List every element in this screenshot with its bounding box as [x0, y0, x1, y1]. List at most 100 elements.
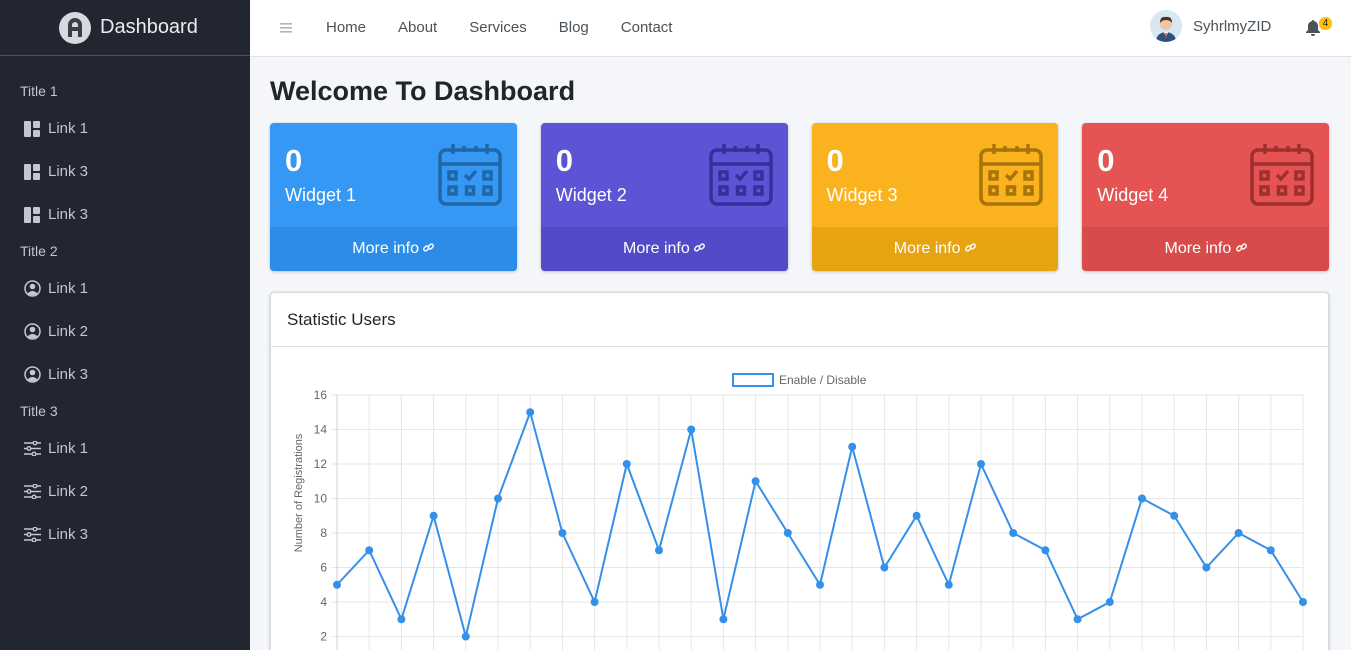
widget-card-4: 0 Widget 4 More info — [1082, 123, 1329, 271]
y-tick-label: 12 — [314, 457, 328, 471]
sidebar-item-link-1[interactable]: Link 1 — [0, 267, 250, 310]
user-circle-icon — [23, 366, 41, 384]
nav-link-home[interactable]: Home — [326, 19, 366, 36]
data-point[interactable] — [848, 442, 857, 451]
calendar-check-icon — [978, 142, 1044, 208]
sidebar-item-link-1[interactable]: Link 1 — [0, 107, 250, 150]
data-point[interactable] — [944, 580, 953, 589]
data-point[interactable] — [655, 546, 663, 555]
data-point[interactable] — [783, 529, 792, 537]
widget-value: 0 — [826, 143, 844, 178]
user-circle-icon — [23, 280, 41, 298]
data-point[interactable] — [590, 598, 599, 606]
data-point[interactable] — [461, 632, 470, 641]
sidebar-item-link-2[interactable]: Link 2 — [0, 310, 250, 353]
data-point[interactable] — [622, 460, 631, 468]
data-point[interactable] — [1009, 529, 1018, 537]
y-tick-label: 16 — [314, 388, 328, 402]
sliders-icon — [23, 483, 41, 501]
sidebar-item-label: Link 3 — [48, 526, 89, 543]
layout-icon — [23, 206, 41, 224]
widget-label: Widget 1 — [285, 185, 357, 205]
sidebar-item-link-3[interactable]: Link 3 — [0, 193, 250, 236]
chart-legend[interactable]: Enable / Disable — [732, 373, 867, 387]
sliders-icon — [23, 526, 41, 544]
data-point[interactable] — [1234, 529, 1243, 537]
main-content: Welcome To Dashboard 0 Widget 1 More info … — [270, 57, 1329, 650]
sidebar-item-link-1[interactable]: Link 1 — [0, 427, 250, 470]
data-point[interactable] — [1041, 546, 1050, 555]
sidebar-nav: Title 1 Link 1 Link 3 Link 3 Title 2 Link 1 Li… — [0, 56, 250, 556]
widget-card-3: 0 Widget 3 More info — [811, 123, 1059, 271]
legend-label: Enable / Disable — [779, 373, 867, 387]
sidebar: Dashboard Title 1 Link 1 Link 3 Link 3 Title… — [0, 0, 250, 650]
y-tick-label: 8 — [320, 526, 327, 540]
data-point[interactable] — [333, 580, 341, 589]
data-point[interactable] — [719, 615, 728, 624]
y-tick-label: 14 — [314, 423, 328, 437]
sidebar-item-label: Link 2 — [48, 323, 89, 340]
sidebar-item-link-2[interactable]: Link 2 — [0, 470, 250, 513]
widget-value: 0 — [1097, 143, 1115, 178]
widget-label: Widget 2 — [555, 185, 627, 205]
widget-value: 0 — [555, 143, 573, 178]
data-point[interactable] — [1138, 494, 1146, 503]
data-point[interactable] — [558, 529, 567, 537]
data-point[interactable] — [526, 408, 535, 417]
more-info-link[interactable]: More info — [811, 227, 1059, 271]
widget-card-1: 0 Widget 1 More info — [270, 123, 517, 271]
data-point[interactable] — [751, 477, 760, 486]
layout-icon — [23, 163, 41, 181]
link-icon — [423, 240, 435, 258]
nav-link-blog[interactable]: Blog — [559, 19, 589, 36]
user-menu[interactable]: SyhrlmyZID — [1150, 10, 1271, 42]
y-tick-label: 10 — [314, 492, 328, 506]
data-point[interactable] — [429, 511, 438, 520]
more-info-link[interactable]: More info — [270, 227, 517, 271]
more-info-link[interactable]: More info — [540, 227, 788, 271]
data-point[interactable] — [977, 460, 985, 468]
data-point[interactable] — [1202, 563, 1211, 572]
data-point[interactable] — [880, 563, 889, 572]
data-point[interactable] — [397, 615, 406, 624]
data-point[interactable] — [816, 580, 824, 589]
card-title: Statistic Users — [271, 293, 1328, 347]
data-point[interactable] — [912, 511, 921, 520]
sidebar-item-link-3[interactable]: Link 3 — [0, 150, 250, 193]
data-point[interactable] — [494, 494, 502, 503]
data-point[interactable] — [1299, 598, 1307, 606]
data-point[interactable] — [365, 546, 374, 555]
link-icon — [1235, 240, 1247, 258]
widget-label: Widget 4 — [1097, 185, 1169, 205]
more-info-link[interactable]: More info — [1082, 227, 1329, 271]
sidebar-item-label: Link 1 — [48, 280, 89, 297]
sidebar-item-label: Link 2 — [48, 483, 89, 500]
sidebar-section-title: Title 2 — [20, 243, 58, 259]
sidebar-item-link-3[interactable]: Link 3 — [0, 353, 250, 396]
line-chart: 2 4 6 8 10 12 14 16 Number of Registrations Enabl… — [293, 373, 1307, 650]
sidebar-item-label: Link 3 — [48, 163, 89, 180]
nav-link-contact[interactable]: Contact — [621, 19, 673, 36]
data-point[interactable] — [687, 425, 696, 434]
more-info-label: More info — [623, 240, 690, 257]
nav-link-services[interactable]: Services — [469, 19, 527, 36]
brand[interactable]: Dashboard — [0, 0, 250, 56]
sliders-icon — [23, 440, 41, 458]
chart-grid — [331, 394, 1304, 650]
sidebar-section-title: Title 3 — [20, 403, 58, 419]
sidebar-item-link-3[interactable]: Link 3 — [0, 513, 250, 556]
sidebar-item-label: Link 3 — [48, 366, 89, 383]
data-point[interactable] — [1073, 615, 1082, 624]
more-info-label: More info — [1164, 240, 1232, 257]
data-point[interactable] — [1170, 511, 1179, 520]
more-info-label: More info — [352, 240, 419, 257]
data-point[interactable] — [1266, 546, 1275, 555]
layout-icon — [23, 120, 41, 138]
link-icon — [964, 240, 976, 258]
calendar-check-icon — [708, 142, 774, 208]
nav-link-about[interactable]: About — [398, 19, 437, 36]
hamburger-icon[interactable] — [280, 20, 300, 36]
statistic-card: Statistic Users 2 4 6 8 10 12 14 16 Number of Re… — [270, 292, 1329, 650]
sidebar-item-label: Link 1 — [48, 440, 89, 457]
data-point[interactable] — [1105, 598, 1114, 606]
